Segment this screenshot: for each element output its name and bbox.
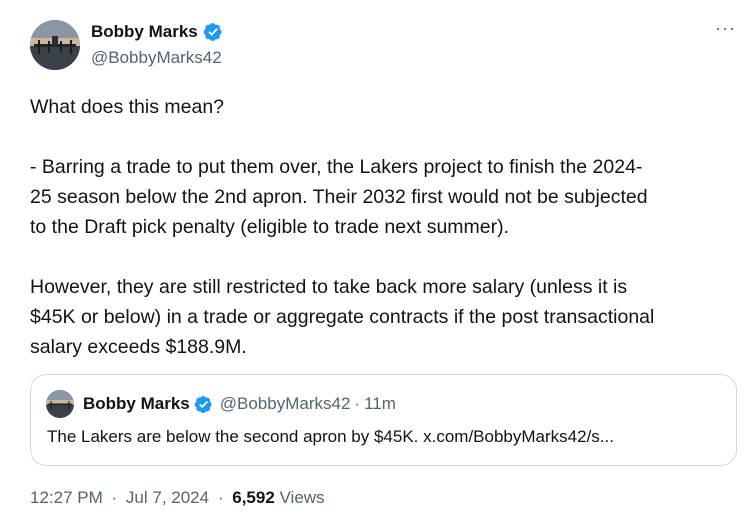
quoted-timestamp: 11m	[364, 394, 396, 413]
quoted-avatar	[46, 390, 74, 418]
tweet-paragraph: - Barring a trade to put them over, the …	[30, 156, 648, 238]
views-count: 6,592	[232, 488, 275, 507]
quoted-tweet[interactable]: Bobby Marks @BobbyMarks42 · 11m The Lake…	[30, 374, 737, 466]
quoted-separator: ·	[354, 394, 361, 413]
tweet-paragraph: However, they are still restricted to ta…	[30, 276, 655, 358]
tweet-meta: 12:27 PM · Jul 7, 2024 · 6,592 Views	[30, 488, 325, 508]
author-name-text: Bobby Marks	[91, 22, 198, 41]
tweet-date[interactable]: Jul 7, 2024	[126, 488, 209, 507]
pier-sunset-avatar	[46, 390, 74, 418]
tweet-time[interactable]: 12:27 PM	[30, 488, 103, 507]
quoted-author-name: Bobby Marks	[83, 394, 190, 413]
verified-badge-icon	[203, 22, 223, 42]
ellipsis-icon[interactable]: ···	[715, 19, 736, 37]
tweet-body: What does this mean? - Barring a trade t…	[30, 92, 742, 362]
meta-separator: ·	[217, 488, 224, 507]
quoted-header: Bobby Marks @BobbyMarks42 · 11m	[83, 394, 396, 414]
views-label: Views	[279, 488, 325, 507]
tweet: Bobby Marks @BobbyMarks42 ··· What does …	[0, 0, 756, 524]
author-name[interactable]: Bobby Marks	[91, 22, 223, 42]
meta-separator: ·	[111, 488, 118, 507]
pier-sunset-avatar	[30, 20, 80, 70]
author-handle[interactable]: @BobbyMarks42	[91, 48, 222, 68]
verified-badge-icon	[194, 395, 213, 414]
quoted-text: The Lakers are below the second apron by…	[47, 427, 614, 446]
quoted-author-handle: @BobbyMarks42	[219, 394, 351, 413]
tweet-paragraph: What does this mean?	[30, 96, 225, 118]
avatar[interactable]	[30, 20, 80, 70]
